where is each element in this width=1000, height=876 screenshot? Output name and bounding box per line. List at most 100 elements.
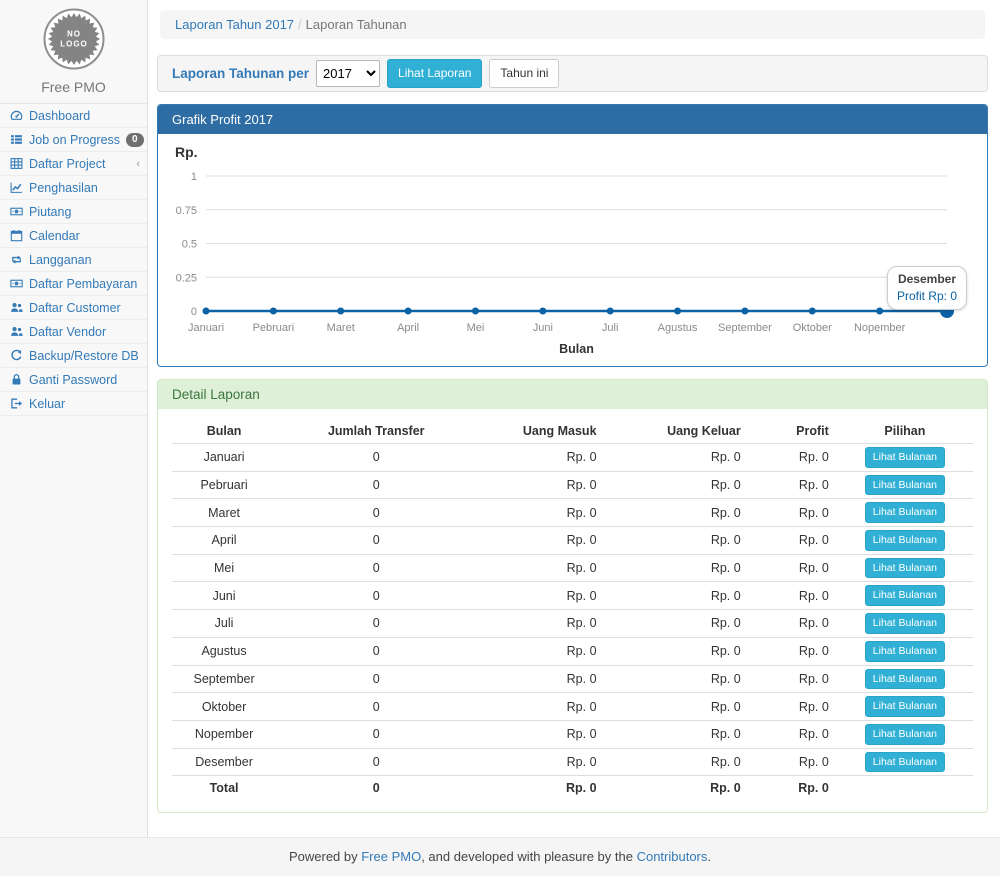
sidebar-item-label: Langganan — [29, 253, 92, 267]
cell-bulan: Agustus — [172, 637, 276, 665]
sidebar-item-calendar[interactable]: Calendar — [0, 224, 147, 248]
view-monthly-button[interactable]: Lihat Bulanan — [865, 585, 945, 606]
footer-contributors-link[interactable]: Contributors — [637, 849, 708, 864]
sidebar-item-daftar-project[interactable]: Daftar Project ‹ — [0, 152, 147, 176]
cell-uang-keluar: Rp. 0 — [605, 444, 749, 472]
total-empty-cell — [837, 776, 973, 800]
cell-pilihan: Lihat Bulanan — [837, 527, 973, 555]
cell-pilihan: Lihat Bulanan — [837, 637, 973, 665]
cell-jumlah-transfer: 0 — [276, 720, 476, 748]
count-badge: 0 — [126, 133, 144, 147]
cell-pilihan: Lihat Bulanan — [837, 665, 973, 693]
header-pilihan: Pilihan — [837, 419, 973, 444]
cell-profit: Rp. 0 — [749, 748, 837, 776]
svg-text:0.5: 0.5 — [182, 239, 197, 251]
view-monthly-button[interactable]: Lihat Bulanan — [865, 613, 945, 634]
calendar-icon — [9, 229, 23, 242]
svg-text:Agustus: Agustus — [658, 322, 698, 334]
svg-text:Pebruari: Pebruari — [253, 322, 295, 334]
sidebar-menu: DashboardJob on Progress0 Daftar Project ‹… — [0, 103, 147, 416]
view-monthly-button[interactable]: Lihat Bulanan — [865, 558, 945, 579]
page-footer: Powered by Free PMO, and developed with … — [0, 837, 1000, 876]
this-year-button[interactable]: Tahun ini — [489, 59, 559, 88]
svg-text:Maret: Maret — [327, 322, 355, 334]
view-monthly-button[interactable]: Lihat Bulanan — [865, 641, 945, 662]
footer-brand-link[interactable]: Free PMO — [361, 849, 421, 864]
header-transfer: Jumlah Transfer — [276, 419, 476, 444]
total-label: Total — [172, 776, 276, 800]
sidebar-item-penghasilan[interactable]: Penghasilan — [0, 176, 147, 200]
sidebar-item-keluar[interactable]: Keluar — [0, 392, 147, 416]
year-select[interactable]: 2017 — [316, 60, 380, 87]
total-uang-keluar: Rp. 0 — [605, 776, 749, 800]
cell-uang-masuk: Rp. 0 — [476, 527, 604, 555]
breadcrumb-link-laporan-tahun[interactable]: Laporan Tahun 2017 — [175, 17, 294, 32]
users-icon — [9, 301, 23, 314]
users-icon — [9, 325, 23, 338]
cell-uang-keluar: Rp. 0 — [605, 748, 749, 776]
chart-panel-title: Grafik Profit 2017 — [158, 105, 987, 134]
cell-jumlah-transfer: 0 — [276, 554, 476, 582]
cell-profit: Rp. 0 — [749, 527, 837, 555]
cell-profit: Rp. 0 — [749, 693, 837, 721]
refresh-icon — [9, 349, 23, 362]
brand-name: Free PMO — [0, 75, 147, 103]
logo-icon: NOLOGO — [43, 8, 105, 70]
view-monthly-button[interactable]: Lihat Bulanan — [865, 502, 945, 523]
svg-text:April: April — [397, 322, 419, 334]
sidebar-item-job-on-progress[interactable]: Job on Progress0 — [0, 128, 147, 152]
view-monthly-button[interactable]: Lihat Bulanan — [865, 696, 945, 717]
cell-uang-masuk: Rp. 0 — [476, 665, 604, 693]
sidebar-item-backup-restore-db[interactable]: Backup/Restore DB — [0, 344, 147, 368]
view-monthly-button[interactable]: Lihat Bulanan — [865, 669, 945, 690]
money-icon — [9, 205, 23, 218]
view-monthly-button[interactable]: Lihat Bulanan — [865, 530, 945, 551]
cell-profit: Rp. 0 — [749, 582, 837, 610]
view-monthly-button[interactable]: Lihat Bulanan — [865, 475, 945, 496]
main-content: Laporan Tahun 2017/Laporan Tahunan Lapor… — [148, 0, 1000, 837]
y-axis-title: Rp. — [175, 144, 973, 160]
header-profit: Profit — [749, 419, 837, 444]
dashboard-icon — [9, 109, 23, 122]
cell-bulan: September — [172, 665, 276, 693]
cell-bulan: Desember — [172, 748, 276, 776]
app-window: NOLOGO Free PMO DashboardJob on Progress… — [0, 0, 1000, 837]
cell-profit: Rp. 0 — [749, 665, 837, 693]
sidebar-item-label: Daftar Project — [29, 157, 105, 171]
cell-profit: Rp. 0 — [749, 610, 837, 638]
cell-bulan: Nopember — [172, 720, 276, 748]
sidebar-item-dashboard[interactable]: Dashboard — [0, 104, 147, 128]
cell-uang-keluar: Rp. 0 — [605, 471, 749, 499]
cell-jumlah-transfer: 0 — [276, 610, 476, 638]
sidebar-item-daftar-vendor[interactable]: Daftar Vendor — [0, 320, 147, 344]
cell-bulan: April — [172, 527, 276, 555]
breadcrumb-separator: / — [294, 17, 306, 32]
detail-panel-title: Detail Laporan — [158, 380, 987, 409]
view-report-button[interactable]: Lihat Laporan — [387, 59, 482, 88]
cell-uang-keluar: Rp. 0 — [605, 499, 749, 527]
sidebar-item-label: Penghasilan — [29, 181, 98, 195]
cell-jumlah-transfer: 0 — [276, 499, 476, 527]
cell-jumlah-transfer: 0 — [276, 444, 476, 472]
svg-text:Juni: Juni — [533, 322, 553, 334]
sidebar-item-daftar-pembayaran[interactable]: Daftar Pembayaran — [0, 272, 147, 296]
report-table: Bulan Jumlah Transfer Uang Masuk Uang Ke… — [172, 419, 973, 800]
cell-pilihan: Lihat Bulanan — [837, 554, 973, 582]
view-monthly-button[interactable]: Lihat Bulanan — [865, 752, 945, 773]
cell-pilihan: Lihat Bulanan — [837, 444, 973, 472]
sidebar-item-piutang[interactable]: Piutang — [0, 200, 147, 224]
view-monthly-button[interactable]: Lihat Bulanan — [865, 447, 945, 468]
table-row: April0Rp. 0Rp. 0Rp. 0Lihat Bulanan — [172, 527, 973, 555]
view-monthly-button[interactable]: Lihat Bulanan — [865, 724, 945, 745]
sidebar-item-daftar-customer[interactable]: Daftar Customer — [0, 296, 147, 320]
cell-bulan: Maret — [172, 499, 276, 527]
svg-text:0.25: 0.25 — [176, 272, 197, 284]
cell-uang-keluar: Rp. 0 — [605, 665, 749, 693]
sidebar-item-ganti-password[interactable]: Ganti Password — [0, 368, 147, 392]
cell-jumlah-transfer: 0 — [276, 527, 476, 555]
table-row: Oktober0Rp. 0Rp. 0Rp. 0Lihat Bulanan — [172, 693, 973, 721]
filter-label: Laporan Tahunan per — [172, 66, 309, 81]
sidebar-item-langganan[interactable]: Langganan — [0, 248, 147, 272]
chevron-left-icon: ‹ — [136, 158, 140, 170]
cell-bulan: Juni — [172, 582, 276, 610]
